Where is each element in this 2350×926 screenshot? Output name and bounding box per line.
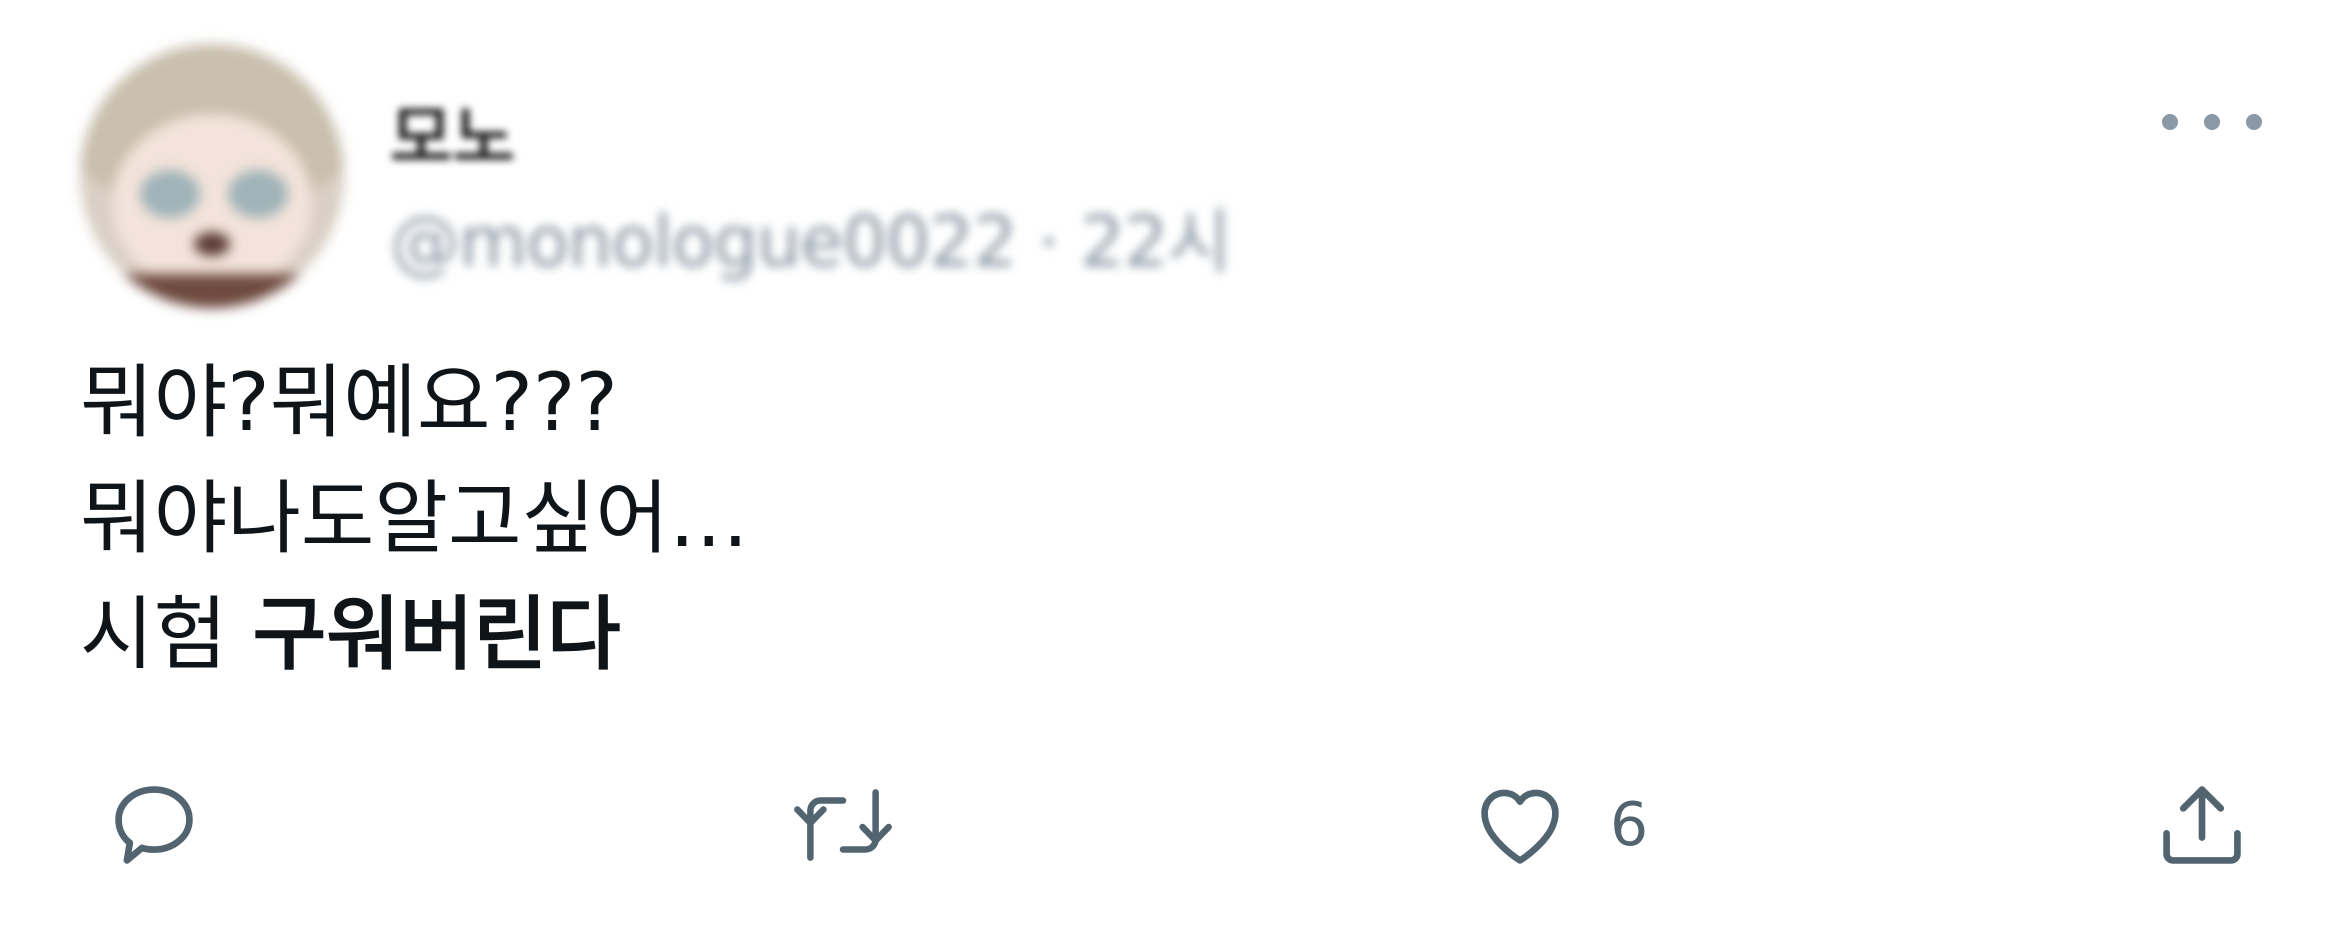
tweet-timestamp[interactable]: 22시	[1080, 201, 1231, 283]
reply-button[interactable]	[104, 770, 204, 880]
tweet-text-line: 뭐야?뭐예요???	[80, 356, 618, 449]
three-dots-icon	[2246, 114, 2262, 130]
share-upload-icon	[2163, 786, 2241, 864]
meta-separator: ·	[1037, 201, 1060, 283]
author-handle[interactable]: @monologue0022	[390, 201, 1017, 283]
tweet-text-bold: 구워버린다	[252, 588, 621, 681]
tweet-action-bar: 6	[0, 770, 2350, 880]
three-dots-icon	[2204, 114, 2220, 130]
retweet-button[interactable]	[790, 770, 896, 880]
avatar-image	[80, 44, 344, 308]
share-button[interactable]	[2152, 770, 2252, 880]
heart-icon	[1481, 789, 1559, 864]
three-dots-icon	[2162, 114, 2178, 130]
tweet-text-line: 뭐야나도알고싶어…	[80, 472, 749, 565]
more-options-button[interactable]	[2162, 100, 2262, 144]
tweet-text-regular: 시험	[80, 588, 253, 681]
display-name[interactable]: 모노	[390, 82, 515, 181]
avatar[interactable]	[80, 44, 344, 308]
tweet-text: 뭐야?뭐예요??? 뭐야나도알고싶어… 시험 구워버린다	[80, 345, 749, 693]
retweet-arrows-icon	[794, 789, 892, 861]
like-button[interactable]: 6	[1470, 770, 1648, 880]
tweet-text-line: 시험 구워버린다	[80, 577, 749, 693]
like-count: 6	[1610, 790, 1649, 860]
speech-bubble-icon	[115, 786, 193, 864]
author-meta: @monologue0022 · 22시	[390, 186, 1232, 287]
